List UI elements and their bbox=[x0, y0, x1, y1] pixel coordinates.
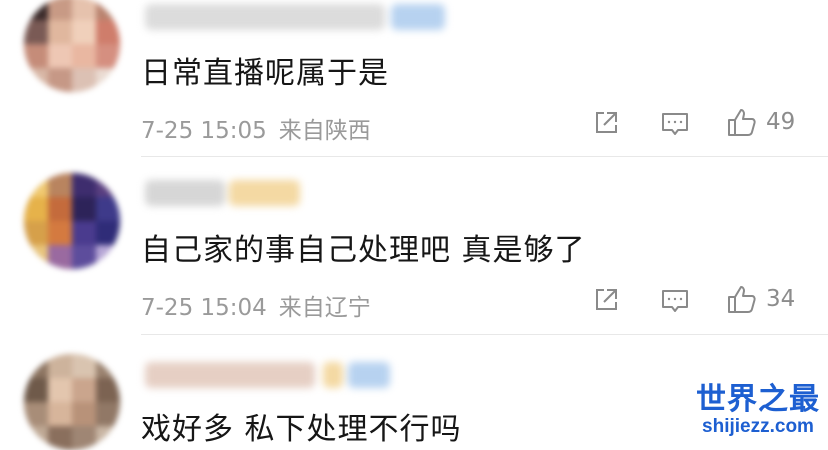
like-count: 49 bbox=[766, 109, 796, 135]
avatar[interactable] bbox=[24, 354, 120, 450]
reply-button[interactable] bbox=[660, 110, 690, 138]
comment-meta: 7-25 15:05 来自陕西 bbox=[141, 111, 371, 145]
comment-text: 自己家的事自己处理吧 真是够了 bbox=[141, 233, 586, 268]
location: 来自陕西 bbox=[278, 118, 371, 144]
comment-text: 戏好多 私下处理不行吗 bbox=[141, 412, 462, 447]
timestamp: 7-25 15:04 bbox=[141, 295, 267, 321]
comment-icon bbox=[662, 290, 688, 312]
avatar[interactable] bbox=[24, 173, 120, 269]
like-button[interactable]: 34 bbox=[726, 283, 795, 315]
like-button[interactable]: 49 bbox=[726, 106, 795, 138]
divider bbox=[141, 334, 828, 335]
thumbs-up-icon bbox=[728, 109, 756, 136]
avatar[interactable] bbox=[24, 0, 120, 92]
username-blurred[interactable] bbox=[145, 4, 445, 30]
divider bbox=[141, 156, 828, 157]
location: 来自辽宁 bbox=[278, 295, 371, 321]
share-icon bbox=[596, 289, 617, 310]
comment-item: 日常直播呢属于是 7-25 15:05 来自陕西 49 bbox=[0, 0, 828, 160]
watermark-title: 世界之最 bbox=[696, 382, 820, 417]
comment-meta: 7-25 15:04 来自辽宁 bbox=[141, 288, 371, 322]
comment-text: 日常直播呢属于是 bbox=[141, 56, 389, 91]
share-icon bbox=[596, 112, 617, 133]
watermark-logo: 世界之最 shijiezz.com bbox=[696, 383, 820, 437]
username-blurred[interactable] bbox=[145, 180, 300, 206]
comment-icon bbox=[662, 113, 688, 135]
like-count: 34 bbox=[766, 286, 796, 312]
share-button[interactable] bbox=[592, 286, 620, 314]
reply-button[interactable] bbox=[660, 287, 690, 315]
thumbs-up-icon bbox=[728, 286, 756, 313]
timestamp: 7-25 15:05 bbox=[141, 118, 267, 144]
watermark-url: shijiezz.com bbox=[702, 416, 814, 437]
share-button[interactable] bbox=[592, 109, 620, 137]
username-blurred[interactable] bbox=[145, 362, 390, 388]
comment-item: 自己家的事自己处理吧 真是够了 7-25 15:04 来自辽宁 34 bbox=[0, 160, 828, 336]
